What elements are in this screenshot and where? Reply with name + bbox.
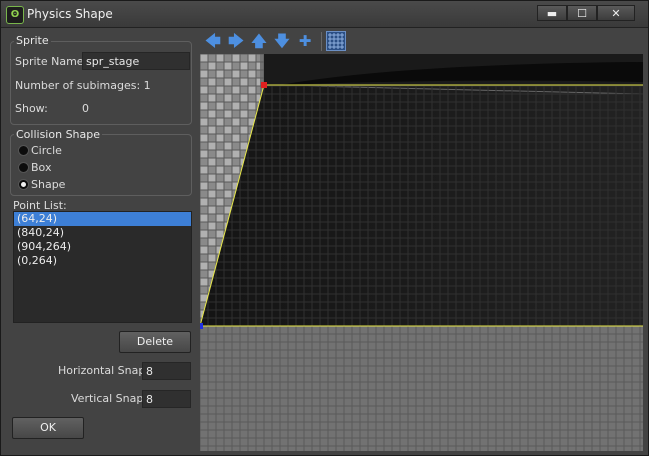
selected-point[interactable] [261, 82, 267, 88]
gm-logo-icon: ʘ [6, 6, 24, 24]
close-button[interactable]: ✕ [597, 5, 635, 21]
shape-canvas-svg[interactable] [200, 54, 643, 451]
subimages-label: Number of subimages: 1 [15, 79, 151, 92]
center-icon[interactable]: ✚ [296, 32, 314, 50]
show-label: Show: [15, 102, 48, 115]
horizontal-snap-label: Horizontal Snap: [58, 364, 150, 377]
toolbar-separator [321, 32, 322, 51]
minimize-button[interactable]: ▬ [537, 5, 567, 21]
shape-canvas[interactable] [200, 54, 643, 451]
vertical-snap-field[interactable] [142, 390, 191, 408]
move-right-icon[interactable]: 🡆 [227, 32, 245, 50]
list-item[interactable]: (840,24) [14, 226, 191, 240]
circle-radio-label[interactable]: Circle [31, 144, 62, 157]
list-item[interactable]: (0,264) [14, 254, 191, 268]
grid-toggle-button[interactable] [326, 31, 346, 51]
collision-shape-legend: Collision Shape [14, 128, 103, 141]
list-item[interactable]: (64,24) [14, 212, 191, 226]
horizontal-snap-field[interactable] [142, 362, 191, 380]
box-radio-label[interactable]: Box [31, 161, 51, 174]
box-radio[interactable] [18, 162, 29, 173]
delete-button[interactable]: Delete [119, 331, 191, 353]
move-up-icon[interactable]: 🡅 [250, 32, 268, 50]
physics-shape-window: ʘ Physics Shape ▬ ☐ ✕ Sprite Sprite Name… [0, 0, 649, 456]
move-down-icon[interactable]: 🡇 [273, 32, 291, 50]
title-bar[interactable]: ʘ Physics Shape ▬ ☐ ✕ [1, 1, 648, 28]
grid-icon [328, 33, 344, 49]
sprite-name-field[interactable] [82, 52, 190, 70]
sprite-name-label: Sprite Name: [15, 55, 88, 68]
circle-radio[interactable] [18, 145, 29, 156]
ok-button[interactable]: OK [12, 417, 84, 439]
move-left-icon[interactable]: 🡄 [204, 32, 222, 50]
window-title: Physics Shape [27, 7, 113, 21]
shape-radio[interactable] [18, 179, 29, 190]
vertical-snap-label: Vertical Snap: [71, 392, 148, 405]
list-item[interactable]: (904,264) [14, 240, 191, 254]
shape-point[interactable] [200, 323, 203, 329]
shape-radio-label[interactable]: Shape [31, 178, 65, 191]
sprite-group-legend: Sprite [14, 34, 51, 47]
point-list[interactable]: (64,24) (840,24) (904,264) (0,264) [13, 211, 192, 323]
maximize-button[interactable]: ☐ [567, 5, 597, 21]
show-value: 0 [82, 102, 89, 115]
